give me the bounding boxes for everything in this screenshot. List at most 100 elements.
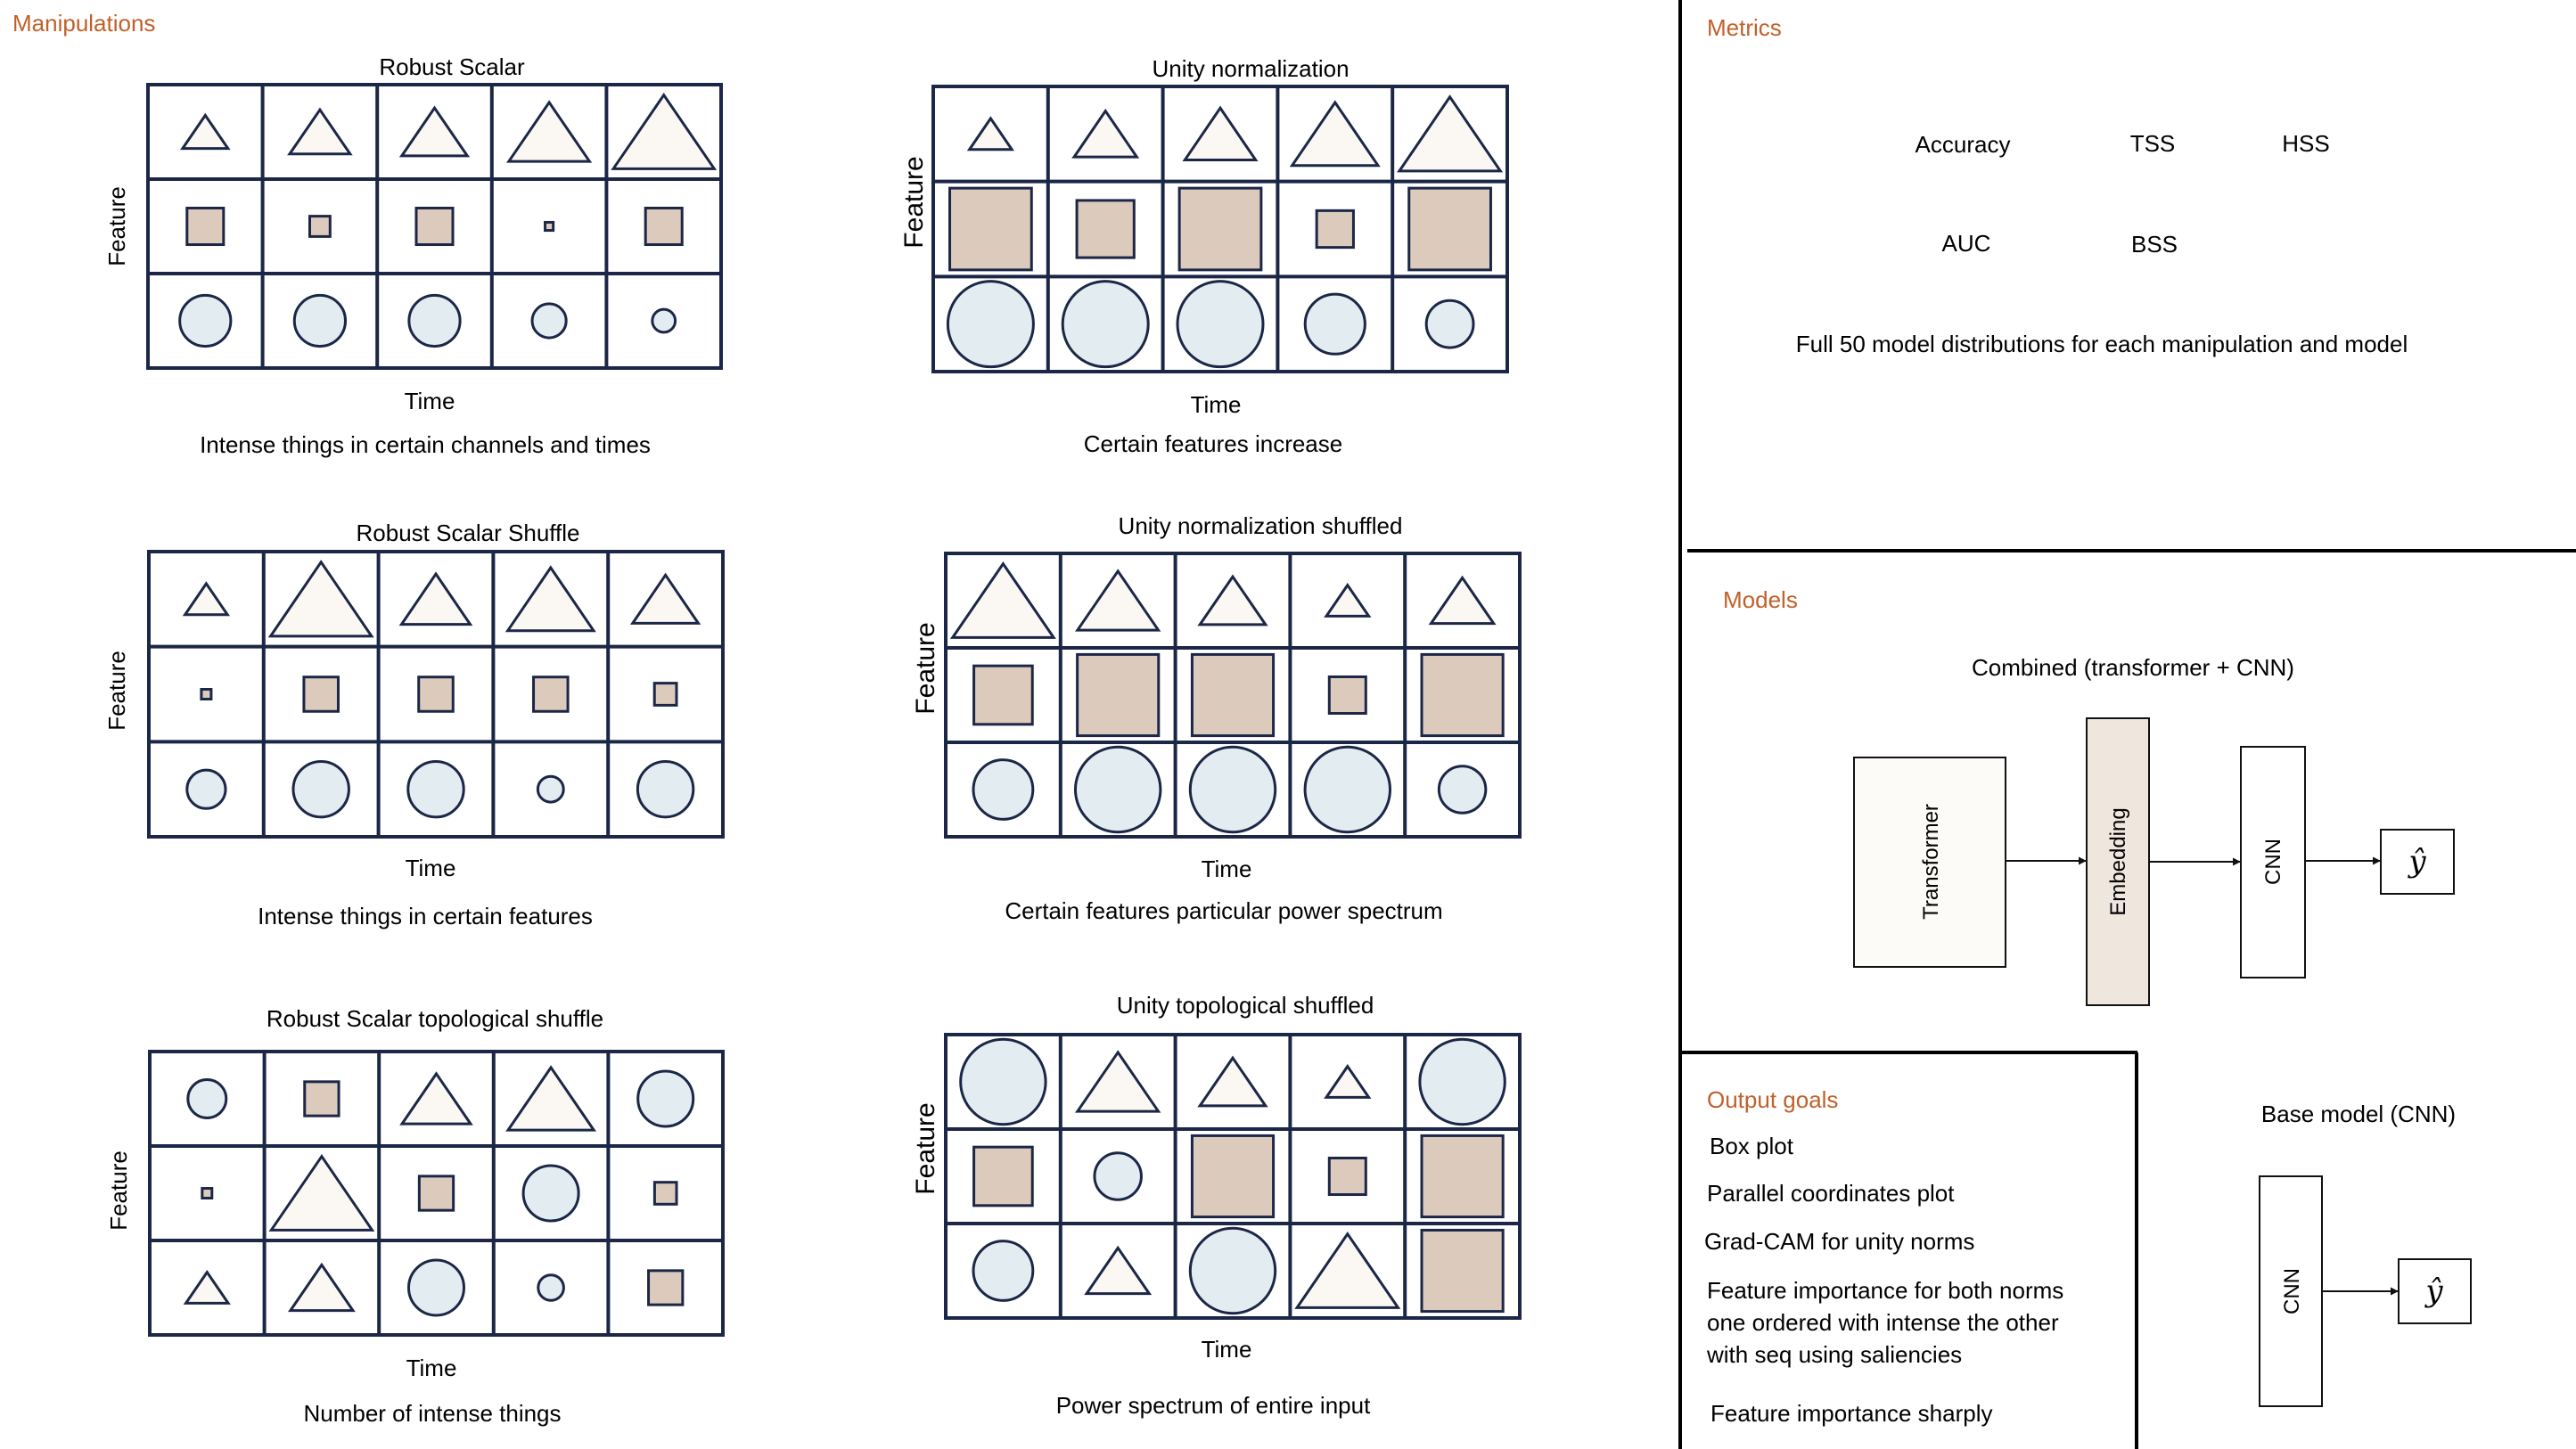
circle-marker bbox=[1093, 1151, 1143, 1201]
panel-grid bbox=[944, 552, 1522, 839]
panel-title: Robust Scalar bbox=[379, 53, 525, 80]
base-model-title: Base model (CNN) bbox=[2261, 1101, 2456, 1127]
square-marker bbox=[948, 186, 1033, 272]
circle-marker bbox=[407, 293, 462, 348]
square-marker bbox=[1076, 652, 1161, 738]
panel-caption: Intense things in certain features bbox=[258, 903, 593, 929]
metric-bss: BSS bbox=[2131, 231, 2178, 258]
square-marker bbox=[200, 687, 213, 701]
square-marker bbox=[417, 675, 455, 713]
circle-marker bbox=[972, 758, 1035, 821]
feature-axis-label: Feature bbox=[911, 622, 940, 714]
panel-caption: Number of intense things bbox=[303, 1400, 561, 1427]
metric-tss: TSS bbox=[2130, 130, 2176, 157]
circle-marker bbox=[291, 759, 350, 819]
square-marker bbox=[644, 206, 684, 247]
circle-marker bbox=[530, 302, 568, 340]
time-axis-label: Time bbox=[405, 388, 455, 414]
models-heading: Models bbox=[1723, 586, 1798, 613]
panel-caption: Power spectrum of entire input bbox=[1056, 1392, 1371, 1419]
metric-accuracy: Accuracy bbox=[1916, 131, 2011, 158]
circle-marker bbox=[406, 759, 465, 819]
square-marker bbox=[185, 206, 226, 247]
time-axis-label: Time bbox=[406, 1355, 457, 1381]
square-marker bbox=[1407, 186, 1492, 272]
square-marker bbox=[1075, 199, 1136, 259]
metric-hss: HSS bbox=[2282, 130, 2329, 157]
circle-marker bbox=[1176, 280, 1265, 369]
circle-marker bbox=[537, 1273, 565, 1302]
square-marker bbox=[972, 1145, 1034, 1208]
panel-grid bbox=[944, 1033, 1522, 1320]
panel-grid bbox=[147, 550, 725, 839]
square-marker bbox=[972, 664, 1034, 726]
circle-marker bbox=[651, 307, 677, 334]
feature-axis-label: Feature bbox=[899, 156, 929, 248]
panel-grid bbox=[148, 1050, 725, 1337]
goal-feature-importance-sharply: Feature importance sharply bbox=[1710, 1400, 1992, 1427]
circle-marker bbox=[1303, 745, 1392, 834]
base-cnn-label: CNN bbox=[2280, 1268, 2304, 1314]
panel-grid bbox=[931, 85, 1509, 373]
square-marker bbox=[414, 206, 455, 247]
time-axis-label: Time bbox=[406, 855, 456, 881]
panel-caption: Intense things in certain channels and t… bbox=[200, 431, 651, 458]
square-marker bbox=[308, 215, 332, 238]
output-y-hat: ŷ bbox=[2407, 844, 2426, 880]
goal-feature-importance-line-1: Feature importance for both norms bbox=[1707, 1277, 2063, 1304]
time-axis-label: Time bbox=[1202, 1336, 1252, 1363]
square-marker bbox=[652, 682, 678, 707]
circle-marker bbox=[636, 759, 695, 819]
square-marker bbox=[302, 675, 340, 713]
circle-marker bbox=[185, 768, 227, 810]
square-marker bbox=[1177, 186, 1263, 272]
square-marker bbox=[1420, 1134, 1505, 1219]
panel-robust-scalar-shuffle: Robust Scalar Shuffle Feature Time Inten… bbox=[103, 520, 725, 929]
square-marker bbox=[647, 1269, 685, 1306]
circle-marker bbox=[1188, 1226, 1277, 1315]
circle-marker bbox=[1437, 765, 1488, 815]
panel-title: Unity normalization shuffled bbox=[1119, 512, 1403, 539]
square-marker bbox=[1315, 209, 1355, 250]
feature-axis-label: Feature bbox=[103, 651, 130, 731]
circle-marker bbox=[521, 1164, 580, 1223]
panel-title: Unity normalization bbox=[1152, 55, 1349, 82]
feature-axis-label: Feature bbox=[911, 1102, 940, 1194]
panel-robust-scalar: Robust Scalar Feature Time Intense thing… bbox=[103, 53, 723, 458]
diagram-canvas: Manipulations Robust Scalar Feature Time… bbox=[12, 0, 2576, 1449]
circle-marker bbox=[406, 1258, 466, 1317]
panel-unity-normalization: Unity normalization Feature Time Certain… bbox=[899, 55, 1509, 457]
combined-model-title: Combined (transformer + CNN) bbox=[1972, 654, 2294, 681]
square-marker bbox=[1190, 652, 1276, 738]
panel-title: Unity topological shuffled bbox=[1117, 992, 1374, 1019]
circle-marker bbox=[1424, 299, 1475, 349]
square-marker bbox=[1327, 675, 1367, 716]
feature-axis-label: Feature bbox=[105, 1150, 132, 1231]
circle-marker bbox=[946, 280, 1035, 369]
circle-marker bbox=[1188, 745, 1277, 834]
square-marker bbox=[544, 220, 555, 233]
panel-caption: Certain features increase bbox=[1084, 430, 1342, 457]
circle-marker bbox=[178, 293, 233, 348]
output-goals-heading: Output goals bbox=[1707, 1086, 1838, 1113]
circle-marker bbox=[1074, 745, 1162, 834]
panel-caption: Certain features particular power spectr… bbox=[1005, 897, 1442, 924]
manipulations-heading: Manipulations bbox=[12, 10, 155, 37]
square-marker bbox=[201, 1187, 214, 1199]
cnn-label: CNN bbox=[2261, 839, 2285, 885]
square-marker bbox=[1190, 1134, 1276, 1219]
panel-title: Robust Scalar topological shuffle bbox=[267, 1005, 603, 1032]
circle-marker bbox=[1418, 1037, 1506, 1126]
panel-robust-scalar-topological-shuffle: Robust Scalar topological shuffle Featur… bbox=[105, 1005, 725, 1427]
panel-title: Robust Scalar Shuffle bbox=[357, 520, 580, 546]
circle-marker bbox=[1303, 292, 1366, 356]
panel-unity-topological-shuffled: Unity topological shuffled Feature Time … bbox=[911, 992, 1522, 1419]
metric-auc: AUC bbox=[1942, 230, 1991, 257]
output-goals-section: Output goals Box plot Parallel coordinat… bbox=[1704, 1086, 2063, 1427]
square-marker bbox=[1327, 1156, 1367, 1197]
metrics-heading: Metrics bbox=[1707, 14, 1782, 41]
circle-marker bbox=[1061, 280, 1150, 369]
square-marker bbox=[1420, 652, 1505, 738]
embedding-label: Embedding bbox=[2106, 807, 2130, 915]
base-output-y-hat: ŷ bbox=[2424, 1273, 2443, 1309]
